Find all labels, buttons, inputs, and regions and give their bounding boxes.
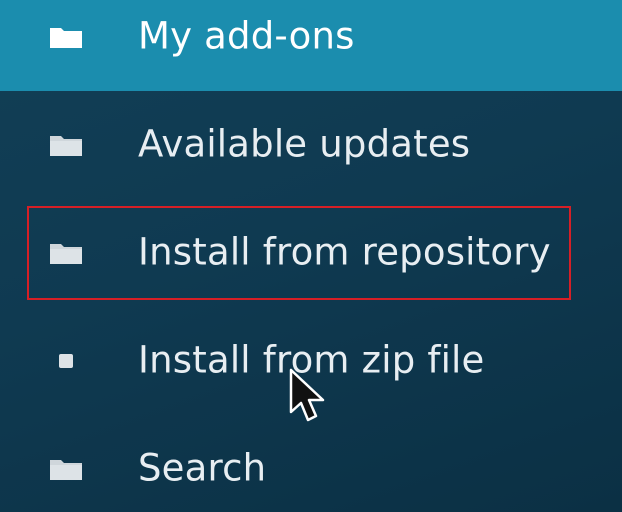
square-icon — [48, 348, 84, 374]
folder-icon — [48, 456, 84, 482]
menu-item-available-updates[interactable]: Available updates — [0, 91, 622, 199]
menu-item-label: My add-ons — [138, 14, 355, 58]
menu-item-label: Install from zip file — [138, 338, 485, 382]
menu-item-install-from-zip[interactable]: Install from zip file — [0, 307, 622, 415]
menu-item-search[interactable]: Search — [0, 415, 622, 512]
folder-icon — [48, 240, 84, 266]
folder-icon — [48, 24, 84, 50]
menu-item-label: Available updates — [138, 122, 471, 166]
menu-item-label: Search — [138, 446, 267, 490]
folder-icon — [48, 132, 84, 158]
addons-menu: My add-ons Available updates Install fro… — [0, 0, 622, 512]
menu-item-my-addons[interactable]: My add-ons — [0, 0, 622, 91]
menu-item-install-from-repository[interactable]: Install from repository — [0, 199, 622, 307]
menu-item-label: Install from repository — [138, 230, 551, 274]
